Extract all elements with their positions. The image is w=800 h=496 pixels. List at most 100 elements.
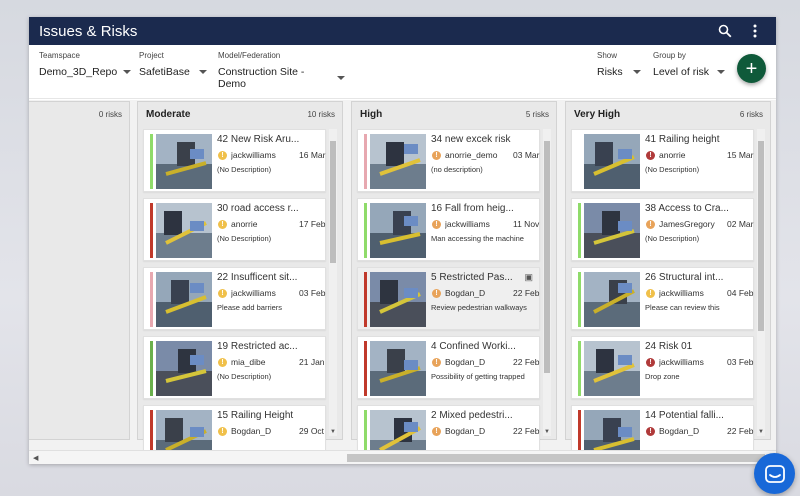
column-title: Very High xyxy=(574,108,621,120)
risk-thumbnail xyxy=(584,203,640,258)
risk-level-stripe xyxy=(150,203,153,258)
column-header: Moderate 10 risks xyxy=(138,102,342,126)
scrollbar-thumb[interactable] xyxy=(544,141,550,373)
risk-card[interactable]: 16 Fall from heig...! jackwilliams 11 Nov M… xyxy=(357,198,540,261)
column-header: High 5 risks xyxy=(352,102,556,126)
risk-level-stripe xyxy=(364,341,367,396)
scroll-left-icon[interactable]: ◀ xyxy=(33,454,38,462)
risk-date: 03 Mar xyxy=(513,150,540,160)
risk-card[interactable]: 38 Access to Cra...! JamesGregory 02 Mar (N… xyxy=(571,198,754,261)
risk-level-stripe xyxy=(578,341,581,396)
column-count: 6 risks xyxy=(739,109,763,119)
risk-card[interactable]: 24 Risk 01! jackwilliams 03 Feb Drop zone xyxy=(571,336,754,399)
risk-title: 14 Potential falli... xyxy=(645,410,724,421)
panel-title: Issues & Risks xyxy=(39,22,138,40)
risk-description: (No Description) xyxy=(217,372,272,381)
horizontal-scrollbar[interactable]: ◀ xyxy=(29,450,776,464)
risk-level-stripe xyxy=(578,272,581,327)
scroll-down-icon[interactable]: ▼ xyxy=(543,428,551,436)
risk-thumbnail xyxy=(584,272,640,327)
model-label: Model/Federation xyxy=(218,51,281,60)
risk-title: 15 Railing Height xyxy=(217,410,294,421)
risk-level-stripe xyxy=(364,272,367,327)
risk-owner-row: ! Bogdan_D 22 Feb xyxy=(431,357,541,368)
alert-icon: ! xyxy=(646,151,655,160)
risk-card[interactable]: 2 Mixed pedestri...! Bogdan_D 22 Feb xyxy=(357,405,540,450)
risk-title: 24 Risk 01 xyxy=(645,341,693,352)
risk-owner: Bogdan_D xyxy=(445,426,486,436)
risk-owner-row: ! jackwilliams 03 Feb xyxy=(217,288,327,299)
risk-title: 22 Insufficent sit... xyxy=(217,272,298,283)
risk-title: 30 road access r... xyxy=(217,203,299,214)
model-select[interactable]: Model/Federation Construction Site - Dem… xyxy=(218,51,345,90)
risk-level-stripe xyxy=(150,410,153,450)
group-by-select[interactable]: Group by Level of risk xyxy=(653,51,725,78)
show-select[interactable]: Show Risks xyxy=(597,51,641,78)
risk-board: 0 risks Moderate 10 risks 42 New Risk Ar… xyxy=(29,100,776,450)
scroll-down-icon[interactable]: ▼ xyxy=(757,428,765,436)
more-vert-icon[interactable] xyxy=(744,20,766,42)
scrollbar-thumb[interactable] xyxy=(347,454,765,462)
risk-card[interactable]: 15 Railing Height! Bogdan_D 29 Oct xyxy=(143,405,326,450)
issues-risks-panel: Issues & Risks Teamspace Demo_3D_Repo Pr… xyxy=(29,17,776,464)
risk-level-stripe xyxy=(150,341,153,396)
alert-icon: ! xyxy=(646,427,655,436)
risk-card[interactable]: 14 Potential falli...! Bogdan_D 22 Feb xyxy=(571,405,754,450)
risk-title: 26 Structural int... xyxy=(645,272,724,283)
scrollbar-thumb[interactable] xyxy=(330,141,336,263)
teamspace-select[interactable]: Teamspace Demo_3D_Repo xyxy=(39,51,132,78)
risk-date: 22 Feb xyxy=(513,426,540,436)
warning-icon: ! xyxy=(432,220,441,229)
warning-icon: ! xyxy=(218,289,227,298)
risk-column-very-high: Very High 6 risks 41 Railing height! anor… xyxy=(565,101,771,450)
chevron-down-icon xyxy=(717,70,725,74)
chat-button[interactable] xyxy=(754,453,795,494)
risk-date: 21 Jan xyxy=(299,357,325,367)
show-value: Risks xyxy=(597,66,623,78)
column-count: 0 risks xyxy=(98,109,122,119)
vertical-scrollbar[interactable]: ▼ xyxy=(757,129,765,436)
column-header: 0 risks xyxy=(29,102,129,126)
risk-description: (No Description) xyxy=(645,165,700,174)
warning-icon: ! xyxy=(646,220,655,229)
vertical-scrollbar[interactable]: ▼ xyxy=(543,129,551,436)
risk-card[interactable]: 41 Railing height! anorrie 15 Mar (No Descr… xyxy=(571,129,754,192)
warning-icon: ! xyxy=(432,358,441,367)
risk-card[interactable]: 30 road access r...! anorrie 17 Feb (No Des… xyxy=(143,198,326,261)
scroll-down-icon[interactable]: ▼ xyxy=(329,428,337,436)
risk-card[interactable]: 5 Restricted Pas...! Bogdan_D 22 Feb Review… xyxy=(357,267,540,330)
risk-owner: Bogdan_D xyxy=(659,426,700,436)
add-risk-button[interactable]: + xyxy=(737,54,766,83)
warning-icon: ! xyxy=(432,289,441,298)
risk-column-moderate: Moderate 10 risks 42 New Risk Aru...! jac… xyxy=(137,101,343,450)
risk-thumbnail xyxy=(584,134,640,189)
risk-thumbnail xyxy=(584,410,640,450)
risk-thumbnail xyxy=(156,134,212,189)
scrollbar-thumb[interactable] xyxy=(758,141,764,331)
risk-card[interactable]: 26 Structural int...! jackwilliams 04 Feb P… xyxy=(571,267,754,330)
chevron-down-icon xyxy=(123,70,132,74)
column-count: 5 risks xyxy=(525,109,549,119)
risk-description: Possibility of getting trapped xyxy=(431,372,525,381)
plus-icon: + xyxy=(745,57,758,80)
risk-date: 11 Nov xyxy=(513,219,540,229)
risk-owner-row: ! Bogdan_D 22 Feb xyxy=(431,426,541,437)
search-icon[interactable] xyxy=(714,20,736,42)
risk-owner: jackwilliams xyxy=(445,219,490,229)
teamspace-label: Teamspace xyxy=(39,51,80,60)
risk-description: (no description) xyxy=(431,165,483,174)
risk-thumbnail xyxy=(370,341,426,396)
open-in-viewer-icon[interactable]: ▣ xyxy=(524,272,533,283)
risk-card[interactable]: 42 New Risk Aru...! jackwilliams 16 Mar (No… xyxy=(143,129,326,192)
warning-icon: ! xyxy=(646,289,655,298)
project-select[interactable]: Project SafetiBase xyxy=(139,51,207,78)
risk-card[interactable]: 34 new excek risk! anorrie_demo 03 Mar (no … xyxy=(357,129,540,192)
risk-card[interactable]: 4 Confined Worki...! Bogdan_D 22 Feb Possib… xyxy=(357,336,540,399)
vertical-scrollbar[interactable]: ▼ xyxy=(329,129,337,436)
risk-owner: Bogdan_D xyxy=(445,357,486,367)
risk-card[interactable]: 19 Restricted ac...! mia_dibe 21 Jan (No De… xyxy=(143,336,326,399)
risk-owner: jackwilliams xyxy=(659,357,704,367)
risk-column: 0 risks xyxy=(29,101,130,440)
group-by-value: Level of risk xyxy=(653,66,710,78)
risk-card[interactable]: 22 Insufficent sit... ! jackwilliams 03 Feb… xyxy=(143,267,326,330)
